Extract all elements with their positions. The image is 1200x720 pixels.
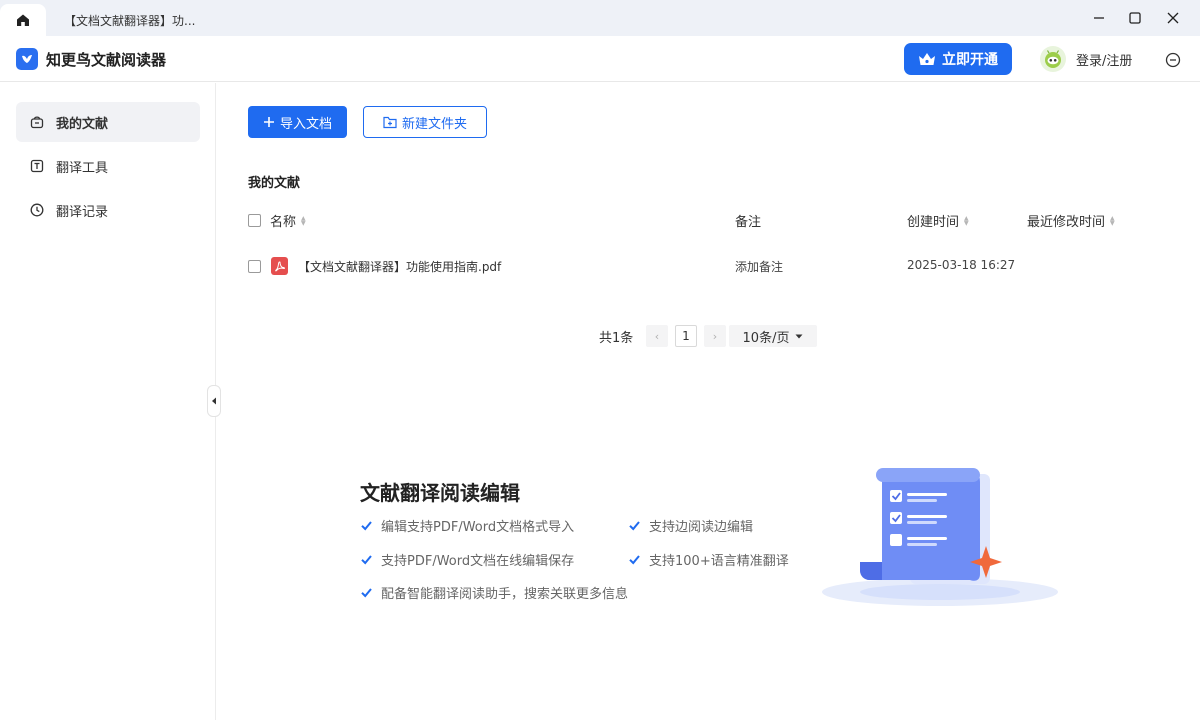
promo-feature: 支持边阅读边编辑 [628,516,753,535]
promo-feature: 支持100+语言精准翻译 [628,550,789,569]
promo-feature-text: 支持边阅读边编辑 [649,520,754,535]
vip-activate-label: 立即开通 [942,52,998,68]
maximize-icon [1129,12,1141,24]
acrobat-icon [275,260,285,271]
settings-icon [1165,52,1181,68]
close-button[interactable] [1154,4,1192,32]
settings-button[interactable] [1164,51,1182,69]
app-name: 知更鸟文献阅读器 [46,51,167,69]
column-header-created[interactable]: 创建时间 ▲ ▼ [907,211,969,230]
column-header-modified[interactable]: 最近修改时间 ▲ ▼ [1027,211,1115,230]
promo-feature: 编辑支持PDF/Word文档格式导入 [360,516,574,535]
sort-icon[interactable]: ▲ ▼ [964,215,969,226]
promo-title: 文献翻译阅读编辑 [360,481,520,505]
page-size-value: 10条/页 [742,330,790,346]
file-name[interactable]: 【文档文献翻译器】功能使用指南.pdf [298,258,501,275]
column-header-label: 备注 [735,215,762,230]
promo-feature-text: 支持100+语言精准翻译 [649,554,789,569]
pagination-next-button[interactable]: › [704,325,726,347]
bird-logo-icon [22,55,32,63]
page-size-select[interactable]: 10条/页 [729,325,817,347]
promo-feature: 支持PDF/Word文档在线编辑保存 [360,550,574,569]
check-icon [629,521,640,531]
document-tab-title: 【文档文献翻译器】功... [64,13,196,28]
pagination-prev-button[interactable]: ‹ [646,325,668,347]
sidebar-item-my-documents[interactable]: 我的文献 [16,102,200,142]
column-header-label: 创建时间 [907,215,960,230]
promo-feature-text: 支持PDF/Word文档在线编辑保存 [381,554,575,569]
pagination-total: 共1条 [599,331,634,346]
sidebar-item-label: 翻译记录 [56,204,109,220]
app-header: 知更鸟文献阅读器 立即开通 登录/注册 [0,36,1200,82]
column-header-label: 最近修改时间 [1027,215,1106,230]
avatar-face-icon [1045,50,1061,68]
pagination-page-1[interactable]: 1 [675,325,697,347]
sidebar-collapse-handle[interactable] [207,385,221,417]
column-header-note: 备注 [735,211,761,230]
bag-icon [30,116,44,129]
minimize-button[interactable] [1080,4,1118,32]
check-icon [361,521,372,531]
check-icon [629,555,640,565]
sidebar-item-label: 翻译工具 [56,160,109,176]
new-folder-button[interactable]: 新建文件夹 [363,106,487,138]
sidebar: 我的文献 翻译工具 翻译记录 [0,83,216,720]
column-header-name[interactable]: 名称 ▲ ▼ [270,211,306,230]
home-tab[interactable] [0,4,46,36]
promo-feature-text: 配备智能翻译阅读助手，搜索关联更多信息 [381,587,629,602]
column-header-label: 名称 [270,215,297,230]
vip-activate-button[interactable]: 立即开通 [904,43,1012,75]
sidebar-item-label: 我的文献 [56,116,109,132]
maximize-button[interactable] [1116,4,1154,32]
check-icon [361,555,372,565]
close-icon [1167,12,1179,24]
clock-icon [30,203,44,217]
sort-icon[interactable]: ▲ ▼ [1110,215,1115,226]
document-tab[interactable]: 【文档文献翻译器】功... [50,4,210,36]
document-illustration [822,468,1058,606]
import-document-label: 导入文档 [279,116,332,132]
translate-icon [30,159,44,173]
crown-icon [919,53,935,65]
caret-down-icon [795,334,803,338]
app-logo [16,48,38,70]
folder-plus-icon [383,116,397,128]
add-note-link[interactable]: 添加备注 [735,258,783,275]
plus-icon [263,117,274,127]
section-title: 我的文献 [248,176,301,191]
promo-feature: 配备智能翻译阅读助手，搜索关联更多信息 [360,583,628,602]
avatar[interactable] [1040,46,1066,72]
new-folder-label: 新建文件夹 [401,116,467,132]
sidebar-item-translate-history[interactable]: 翻译记录 [16,190,200,230]
sort-icon[interactable]: ▲ ▼ [301,215,306,226]
sidebar-item-translate-tools[interactable]: 翻译工具 [16,146,200,186]
created-time: 2025-03-18 16:27 [907,258,1016,272]
login-register-link[interactable]: 登录/注册 [1076,50,1132,69]
select-all-checkbox[interactable] [248,214,261,227]
row-checkbox[interactable] [248,260,261,273]
home-icon [17,14,29,26]
minimize-icon [1094,17,1104,19]
title-bar: 【文档文献翻译器】功... [0,0,1200,36]
caret-left-icon [212,397,216,405]
check-icon [361,588,372,598]
promo-feature-text: 编辑支持PDF/Word文档格式导入 [381,520,575,535]
pdf-file-icon [271,257,288,275]
import-document-button[interactable]: 导入文档 [248,106,347,138]
